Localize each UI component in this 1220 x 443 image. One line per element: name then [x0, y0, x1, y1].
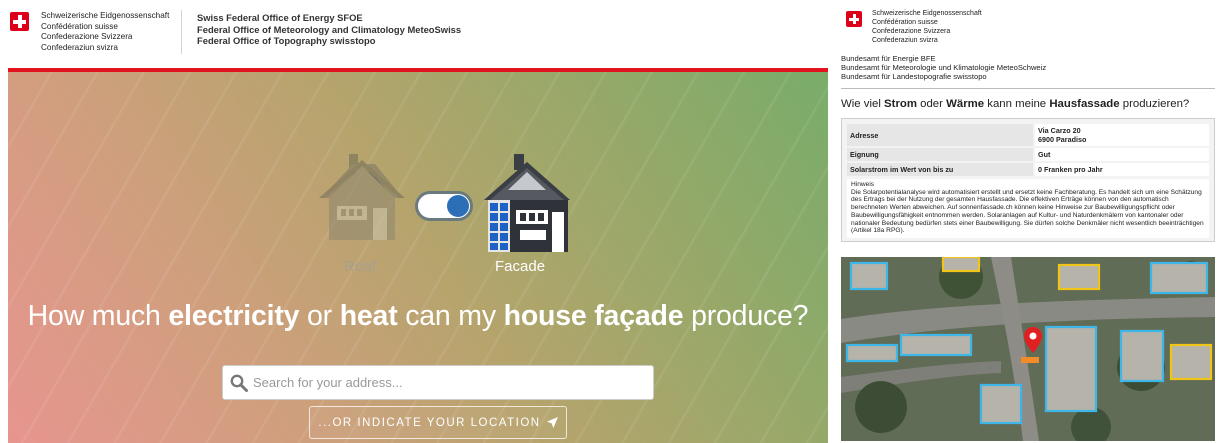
header-divider [841, 88, 1215, 89]
title-emph: Wärme [946, 98, 985, 110]
lang-de: Schweizerische Eidgenossenschaft [41, 11, 170, 20]
roof-facade-toggle[interactable] [415, 191, 473, 221]
address-street: Via Carzo 20 [1038, 126, 1081, 135]
facade-house-icon[interactable] [484, 154, 570, 259]
confederation-names: Schweizerische Eidgenossenschaft Confédé… [41, 11, 169, 53]
title-emph: Hausfassade [1049, 98, 1120, 110]
row-key: Adresse [847, 124, 1033, 146]
location-button-label: ...OR INDICATE YOUR LOCATION [318, 416, 541, 429]
lang-fr: Confédération suisse [872, 19, 938, 26]
title-text: kann meine [984, 98, 1050, 110]
landing-page-en: Schweizerische Eidgenossenschaft Confédé… [0, 0, 828, 443]
headline-text: How much [27, 300, 169, 332]
title-text: produzieren? [1119, 98, 1190, 110]
row-value: Via Carzo 20 6900 Paradiso [1035, 124, 1209, 146]
roof-house-icon[interactable] [319, 154, 405, 251]
map-marker-icon[interactable] [1024, 327, 1042, 353]
headline-text: can my [397, 300, 504, 332]
office-swisstopo: Federal Office of Topography swisstopo [197, 35, 376, 46]
toggle-knob [447, 195, 469, 217]
page-headline: How much electricity or heat can my hous… [8, 300, 828, 333]
headline-text: produce? [683, 300, 809, 332]
aerial-map[interactable] [841, 257, 1215, 441]
table-row: Solarstrom im Wert von bis zu 0 Franken … [847, 163, 1209, 176]
indicate-location-button[interactable]: ...OR INDICATE YOUR LOCATION [309, 406, 567, 439]
federal-offices: Bundesamt für Energie BFE Bundesamt für … [841, 54, 1046, 81]
lang-rm: Confederaziun svizra [41, 42, 118, 52]
address-search-input[interactable] [253, 366, 643, 399]
row-value: 0 Franken pro Jahr [1035, 163, 1209, 176]
result-table: Adresse Via Carzo 20 6900 Paradiso Eignu… [841, 118, 1215, 242]
headline-emph: electricity [168, 300, 300, 332]
office-bfe: Bundesamt für Energie BFE [841, 54, 936, 63]
office-swisstopo: Bundesamt für Landestopografie swisstopo [841, 72, 987, 81]
result-page-de: Schweizerische Eidgenossenschaft Confédé… [836, 0, 1220, 443]
result-title: Wie viel Strom oder Wärme kann meine Hau… [841, 98, 1189, 110]
lang-rm: Confederaziun svizra [872, 37, 938, 44]
facade-label[interactable]: Facade [495, 258, 545, 275]
lang-it: Confederazione Svizzera [41, 32, 133, 41]
title-text: oder [916, 98, 947, 110]
address-city: 6900 Paradiso [1038, 135, 1087, 144]
office-sfoe: Swiss Federal Office of Energy SFOE [197, 12, 363, 23]
table-row: Adresse Via Carzo 20 6900 Paradiso [847, 124, 1209, 146]
headline-emph: house façade [503, 300, 684, 332]
swiss-flag-icon[interactable] [10, 12, 29, 31]
federal-offices: Swiss Federal Office of Energy SFOE Fede… [197, 12, 461, 47]
office-meteoschweiz: Bundesamt für Meteorologie und Klimatolo… [841, 63, 1047, 72]
lang-it: Confederazione Svizzera [872, 28, 951, 35]
title-text: Wie viel [841, 98, 885, 110]
location-arrow-icon [546, 417, 558, 428]
row-key: Solarstrom im Wert von bis zu [847, 163, 1033, 176]
disclaimer-note: Hinweis Die Solarpotentialanalyse wird a… [847, 179, 1209, 238]
confederation-names: Schweizerische Eidgenossenschaft Confédé… [872, 9, 982, 45]
note-text: Die Solarpotentialanalyse wird automatis… [851, 188, 1204, 235]
table-row: Eignung Gut [847, 148, 1209, 161]
hero-section: Roof Facade How much electricity or heat… [8, 72, 828, 443]
lang-fr: Confédération suisse [41, 21, 118, 31]
headline-emph: heat [339, 300, 398, 332]
search-icon [230, 374, 248, 392]
row-value: Gut [1035, 148, 1209, 161]
note-title: Hinweis [851, 181, 875, 188]
row-key: Eignung [847, 148, 1033, 161]
title-emph: Strom [884, 98, 917, 110]
lang-de: Schweizerische Eidgenossenschaft [872, 10, 982, 17]
office-meteoswiss: Federal Office of Meteorology and Climat… [197, 23, 462, 35]
header-divider [181, 10, 182, 54]
address-search-box[interactable] [222, 365, 654, 400]
headline-text: or [299, 300, 340, 332]
site-header: Schweizerische Eidgenossenschaft Confédé… [0, 0, 828, 68]
swiss-flag-icon[interactable] [846, 11, 862, 27]
roof-label[interactable]: Roof [344, 258, 376, 275]
